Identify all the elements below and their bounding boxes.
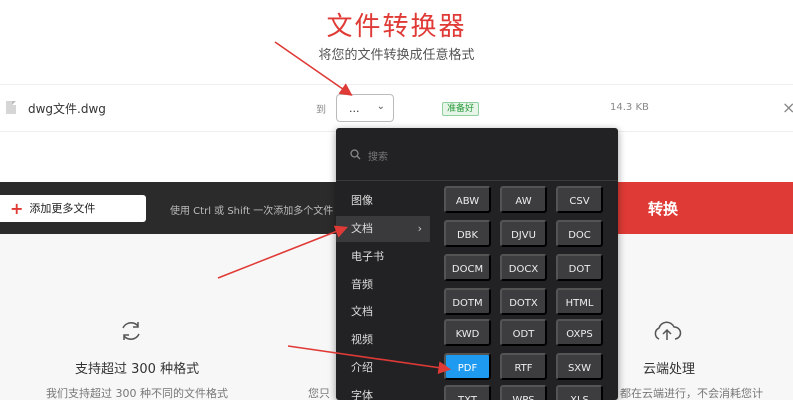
format-option-kwd[interactable]: KWD xyxy=(444,319,491,346)
format-select[interactable]: ... ⌄ xyxy=(336,94,394,122)
feature-desc-formats: 我们支持超过 300 种不同的文件格式 xyxy=(46,387,228,400)
format-option-wps[interactable]: WPS xyxy=(500,385,547,400)
format-option-html[interactable]: HTML xyxy=(556,288,603,315)
format-select-value: ... xyxy=(349,101,360,115)
format-option-sxw[interactable]: SXW xyxy=(556,353,603,380)
format-option-txt[interactable]: TXT xyxy=(444,385,491,400)
remove-file-icon[interactable]: × xyxy=(782,98,793,117)
format-option-dotx[interactable]: DOTX xyxy=(500,288,547,315)
chevron-right-icon: › xyxy=(417,222,422,235)
refresh-icon xyxy=(122,322,140,340)
category-presentation[interactable]: 介绍 xyxy=(336,355,430,381)
category-audio[interactable]: 音频 xyxy=(336,272,430,298)
cloud-upload-icon xyxy=(654,321,682,340)
format-option-aw[interactable]: AW xyxy=(500,186,547,213)
page-title: 文件转换器 xyxy=(326,12,467,42)
format-option-dbk[interactable]: DBK xyxy=(444,220,491,247)
file-icon xyxy=(6,101,16,114)
format-option-dotm[interactable]: DOTM xyxy=(444,288,491,315)
category-video[interactable]: 视频 xyxy=(336,327,430,353)
search-icon xyxy=(350,149,361,160)
status-badge: 准备好 xyxy=(442,102,480,116)
page-subtitle: 将您的文件转换成任意格式 xyxy=(318,48,475,63)
format-option-docm[interactable]: DOCM xyxy=(444,254,491,281)
format-option-rtf[interactable]: RTF xyxy=(500,353,547,380)
add-files-label: 添加更多文件 xyxy=(29,202,96,215)
format-option-djvu[interactable]: DJVU xyxy=(500,220,547,247)
category-document[interactable]: 文档 › xyxy=(336,216,430,242)
category-image[interactable]: 图像 xyxy=(336,188,430,214)
dropdown-divider xyxy=(336,180,618,181)
format-option-csv[interactable]: CSV xyxy=(556,186,603,213)
file-row: dwg文件.dwg 到 ... ⌄ 准备好 14.3 KB × xyxy=(0,84,793,132)
convert-button[interactable]: 转换 xyxy=(618,182,793,234)
format-dropdown: 搜索 图像 文档 › 电子书 音频 文档 视频 介绍 字体 ABW AW CSV DBK… xyxy=(336,128,618,400)
file-name: dwg文件.dwg xyxy=(28,102,106,116)
feature-desc-cloud: 都在云端进行，不会消耗您计 xyxy=(620,387,763,400)
to-label: 到 xyxy=(316,105,326,116)
format-option-xls[interactable]: XLS xyxy=(556,385,603,400)
chevron-down-icon: ⌄ xyxy=(376,101,385,112)
format-option-dot[interactable]: DOT xyxy=(556,254,603,281)
plus-icon: + xyxy=(10,199,24,218)
format-option-doc[interactable]: DOC xyxy=(556,220,603,247)
format-search-input[interactable]: 搜索 xyxy=(368,148,388,163)
format-option-odt[interactable]: ODT xyxy=(500,319,547,346)
add-more-files-button[interactable]: + 添加更多文件 xyxy=(0,195,146,222)
file-size: 14.3 KB xyxy=(610,102,649,113)
feature-desc-partial: 您只 xyxy=(308,387,330,400)
feature-title-cloud: 云端处理 xyxy=(643,362,696,377)
multi-select-hint: 使用 Ctrl 或 Shift 一次添加多个文件 xyxy=(170,206,334,217)
format-option-abw[interactable]: ABW xyxy=(444,186,491,213)
feature-title-formats: 支持超过 300 种格式 xyxy=(75,362,200,377)
format-option-pdf[interactable]: PDF xyxy=(444,353,491,380)
category-document-2[interactable]: 文档 xyxy=(336,299,430,325)
category-ebook[interactable]: 电子书 xyxy=(336,244,430,270)
format-option-docx[interactable]: DOCX xyxy=(500,254,547,281)
format-option-oxps[interactable]: OXPS xyxy=(556,319,603,346)
category-font[interactable]: 字体 xyxy=(336,383,430,400)
